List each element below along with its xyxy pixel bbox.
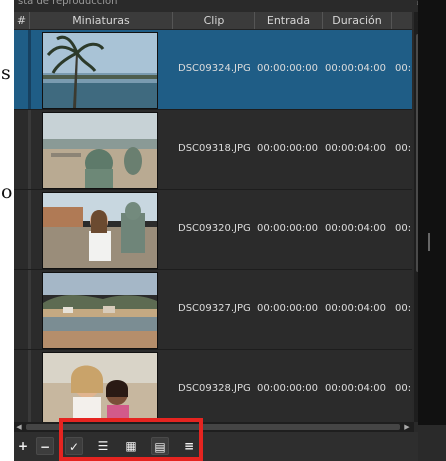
splitter-handle[interactable] [428, 233, 430, 251]
table-header: # Miniaturas Clip Entrada Duración [14, 12, 412, 30]
row-number-cell [28, 350, 31, 422]
row-number-cell [28, 270, 31, 349]
column-header-thumbnails[interactable]: Miniaturas [30, 12, 173, 29]
thumbnail-image [42, 112, 158, 189]
table-row[interactable]: DSC09318.JPG 00:00:00:00 00:00:04:00 00: [14, 110, 412, 190]
thumbnail-image [42, 192, 158, 269]
row-number-cell [28, 30, 31, 109]
column-header-extra[interactable] [392, 12, 412, 29]
clip-in: 00:00:00:00 [257, 223, 319, 234]
scroll-right-icon[interactable]: ▶ [402, 422, 412, 432]
clip-in: 00:00:00:00 [257, 63, 319, 74]
thumbnail-image [42, 272, 158, 349]
thumbnail-image [42, 32, 158, 109]
preview-panel-edge [418, 0, 446, 461]
panel-title: sta de reproducción [18, 0, 118, 6]
column-header-clip[interactable]: Clip [174, 12, 255, 29]
minus-icon[interactable]: − [36, 437, 54, 455]
column-header-duration[interactable]: Duración [323, 12, 392, 29]
table-row[interactable]: DSC09320.JPG 00:00:00:00 00:00:04:00 00: [14, 190, 412, 270]
clip-name: DSC09328.JPG [178, 383, 251, 394]
clip-extra: 00: [395, 143, 412, 154]
clip-in: 00:00:00:00 [257, 303, 319, 314]
preview-panel-bottom [418, 425, 446, 461]
clip-in: 00:00:00:00 [257, 143, 319, 154]
clip-duration: 00:00:04:00 [325, 223, 387, 234]
page-text-fragment: s [1, 62, 11, 84]
clip-in: 00:00:00:00 [257, 383, 319, 394]
clip-extra: 00: [395, 223, 412, 234]
clip-name: DSC09324.JPG [178, 63, 251, 74]
column-header-in[interactable]: Entrada [255, 12, 323, 29]
clip-extra: 00: [395, 303, 412, 314]
clip-extra: 00: [395, 383, 412, 394]
thumbnail-image [42, 352, 158, 422]
clip-duration: 00:00:04:00 [325, 383, 387, 394]
clip-duration: 00:00:04:00 [325, 63, 387, 74]
plus-icon[interactable]: + [14, 437, 32, 455]
clip-name: DSC09320.JPG [178, 223, 251, 234]
row-number-cell [28, 190, 31, 269]
clip-duration: 00:00:04:00 [325, 143, 387, 154]
table-row[interactable]: DSC09324.JPG 00:00:00:00 00:00:04:00 00: [14, 30, 412, 110]
table-row[interactable]: DSC09327.JPG 00:00:00:00 00:00:04:00 00: [14, 270, 412, 350]
table-row[interactable]: DSC09328.JPG 00:00:00:00 00:00:04:00 00: [14, 350, 412, 422]
playlist-table: DSC09324.JPG 00:00:00:00 00:00:04:00 00:… [14, 30, 412, 422]
clip-duration: 00:00:04:00 [325, 303, 387, 314]
highlight-box [59, 418, 203, 461]
playlist-panel: sta de reproducción ▫▫ # Miniaturas Clip… [14, 0, 432, 461]
clip-extra: 00: [395, 63, 412, 74]
column-header-num[interactable]: # [14, 12, 30, 29]
clip-name: DSC09318.JPG [178, 143, 251, 154]
scroll-left-icon[interactable]: ◀ [14, 422, 24, 432]
row-number-cell [28, 110, 31, 189]
clip-name: DSC09327.JPG [178, 303, 251, 314]
